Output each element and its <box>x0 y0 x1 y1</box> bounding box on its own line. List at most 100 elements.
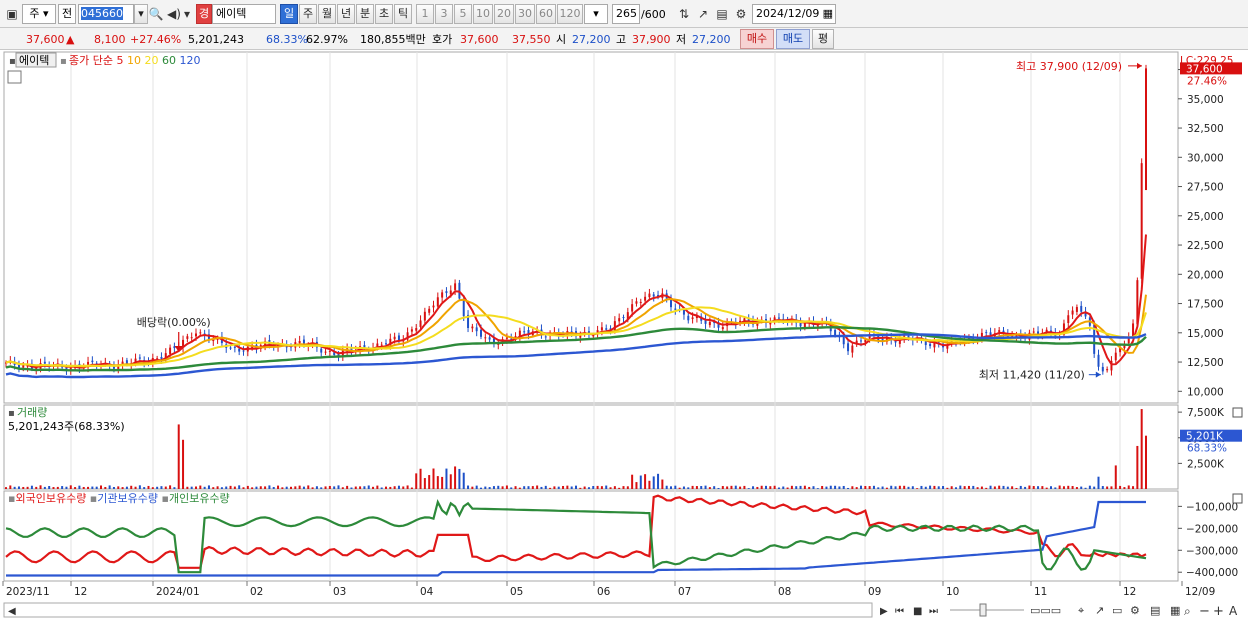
zoom-out-icon[interactable]: − <box>1199 604 1210 619</box>
stock-code-input[interactable]: 045660 <box>78 4 134 24</box>
candle-body <box>674 308 677 310</box>
candle-type-icon[interactable]: ⇅ <box>676 6 692 22</box>
volume-bar <box>924 486 927 489</box>
volume-bar <box>264 486 267 489</box>
volume-bar <box>259 486 262 489</box>
play-forward-icon[interactable]: ⏭ <box>929 606 938 617</box>
volume-bar <box>967 485 970 489</box>
volume-bar <box>760 485 763 489</box>
period-month-button[interactable]: 월 <box>318 4 336 24</box>
x-tick-label: 2024/01 <box>156 586 200 598</box>
candle-body <box>860 340 862 342</box>
holdings-tick-label: −200,000 <box>1186 523 1238 535</box>
font-size-icon[interactable]: A <box>1229 604 1238 618</box>
period-second-button[interactable]: 초 <box>375 4 393 24</box>
candle-body <box>631 304 634 312</box>
holdings-tick-label: −100,000 <box>1186 501 1238 513</box>
candle-body <box>160 356 163 359</box>
scroll-bar[interactable]: ◀ ▶ ⏮ ■ ⏭ ▭▭▭ ⌖ ↗ ▭ ⚙ ▤ ▦ ⌕ − + A <box>3 602 1238 619</box>
buy-button[interactable]: 매수 <box>740 29 774 49</box>
price-tick-label: 27,500 <box>1187 182 1224 194</box>
interval-60-button[interactable]: 60 <box>536 4 556 24</box>
market-select[interactable]: 주 ▾ <box>22 4 56 24</box>
interval-5-button[interactable]: 5 <box>454 4 472 24</box>
stop-icon[interactable]: ■ <box>913 606 922 617</box>
compare-icon[interactable]: ▭ <box>1112 604 1122 617</box>
search-icon[interactable]: 🔍 <box>148 6 164 22</box>
ma-legend-10: 10 <box>127 54 145 67</box>
x-axis: 2023/11 12 2024/01 02 03 04 05 06 07 08 09 10 11 12 12… <box>2 581 1215 598</box>
candle-body <box>475 327 478 332</box>
scroll-left-icon[interactable]: ◀ <box>8 606 16 617</box>
interval-120-button[interactable]: 120 <box>557 4 583 24</box>
play-back-icon[interactable]: ⏮ <box>895 606 904 617</box>
grid-icon[interactable]: ▦ <box>1170 604 1180 617</box>
view-count-input[interactable]: 265 <box>612 4 640 24</box>
open-price: 27,200 <box>572 33 611 46</box>
stock-chart[interactable]: 37,50035,00032,50030,00027,50025,00022,5… <box>0 50 1248 621</box>
sell-button[interactable]: 매도 <box>776 29 810 49</box>
interval-custom-select[interactable]: ▾ <box>584 4 608 24</box>
scroll-right-icon[interactable]: ▶ <box>880 606 888 617</box>
layout-icon[interactable]: ▭▭▭ <box>1030 604 1061 617</box>
interval-20-button[interactable]: 20 <box>494 4 514 24</box>
period-week-button[interactable]: 주 <box>299 4 317 24</box>
candle-body <box>600 327 603 331</box>
volume-bar <box>480 487 482 489</box>
calendar-icon[interactable]: ▦ <box>823 5 833 23</box>
holdings-legend-item: 개인보유수량 <box>169 492 230 505</box>
close-panel-icon[interactable] <box>1232 493 1243 504</box>
period-minute-button[interactable]: 분 <box>356 4 374 24</box>
candle-body <box>484 337 487 339</box>
volume-bar <box>575 485 577 489</box>
holdings-legend-item: 외국인보유수량 <box>15 492 86 505</box>
volume-bar <box>1045 487 1048 489</box>
save-icon[interactable]: ▤ <box>714 6 730 22</box>
volume-bar <box>765 485 767 489</box>
interval-30-button[interactable]: 30 <box>515 4 535 24</box>
zoom-slider-handle[interactable] <box>979 603 987 617</box>
candle-body <box>1106 369 1109 371</box>
candle-body <box>488 337 491 340</box>
volume-bar <box>441 476 444 489</box>
volume-bar <box>721 486 724 489</box>
candle-body <box>324 351 327 353</box>
volume-bar <box>769 486 772 489</box>
trend-icon[interactable]: ↗ <box>1095 604 1104 617</box>
settings-icon[interactable]: ⚙ <box>1130 604 1140 617</box>
volume-bar <box>315 486 318 489</box>
close-panel-icon[interactable] <box>1232 407 1243 418</box>
zoom-icon[interactable]: ⌕ <box>1184 604 1191 618</box>
code-prefix-button[interactable]: 전 <box>58 4 76 24</box>
panel-menu-icon[interactable]: ▪ <box>9 56 16 67</box>
draw-tool-icon[interactable]: ↗ <box>695 6 711 22</box>
volume-bar <box>1132 486 1135 489</box>
speaker-icon[interactable]: ◀) <box>166 6 182 22</box>
interval-1-button[interactable]: 1 <box>416 4 434 24</box>
window-menu-icon[interactable]: ▣ <box>4 6 20 22</box>
volume-bar <box>1093 486 1096 489</box>
print-icon[interactable]: ▤ <box>1150 604 1160 617</box>
high-price: 37,900 <box>632 33 671 46</box>
period-tick-button[interactable]: 틱 <box>394 4 412 24</box>
dropdown-icon[interactable]: ▾ <box>182 6 192 22</box>
stock-name-field[interactable]: 에이텍 <box>212 4 276 24</box>
evaluate-button[interactable]: 평 <box>812 29 834 49</box>
ma-title: 종가 단순 <box>69 54 116 67</box>
panel-menu-icon[interactable]: ▪ <box>8 408 15 419</box>
volume-bar <box>687 487 690 489</box>
period-year-button[interactable]: 년 <box>337 4 355 24</box>
table-toggle-icon[interactable] <box>7 70 22 84</box>
code-dropdown-button[interactable]: ▾ <box>134 4 148 24</box>
zoom-in-icon[interactable]: + <box>1213 604 1224 619</box>
crosshair-icon[interactable]: ⌖ <box>1078 604 1084 617</box>
scroll-track[interactable] <box>3 602 873 618</box>
gear-icon[interactable]: ⚙ <box>733 6 749 22</box>
interval-3-button[interactable]: 3 <box>435 4 453 24</box>
volume-bar <box>674 485 677 489</box>
candle-body <box>842 336 845 345</box>
date-input[interactable]: 2024/12/09 ▦ <box>752 4 836 24</box>
period-day-button[interactable]: 일 <box>280 4 298 24</box>
interval-10-button[interactable]: 10 <box>473 4 493 24</box>
volume-bar <box>752 486 755 489</box>
